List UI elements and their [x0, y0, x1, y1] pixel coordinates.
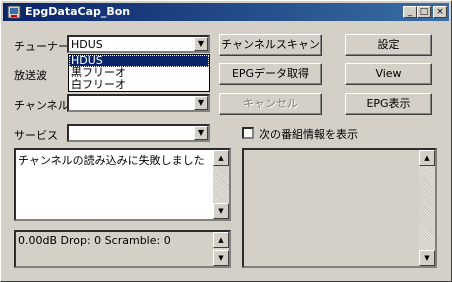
settings-button[interactable]: 設定 — [345, 34, 432, 56]
scroll-up-icon[interactable]: ▲ — [213, 232, 229, 248]
broadcast-label: 放送波 — [14, 69, 47, 82]
chevron-down-icon[interactable]: ▼ — [194, 126, 208, 140]
close-button[interactable]: × — [433, 6, 447, 18]
next-program-checkbox[interactable] — [242, 127, 254, 139]
scroll-up-icon[interactable]: ▲ — [213, 150, 229, 166]
status-text: 0.00dB Drop: 0 Scramble: 0 — [18, 234, 171, 247]
service-combo[interactable]: ▼ — [67, 124, 210, 142]
scroll-down-icon[interactable]: ▼ — [213, 203, 229, 219]
title-bar[interactable]: EpgDataCap_Bon _ □ × — [3, 3, 449, 21]
status-scrollbar[interactable]: ▲ ▼ — [213, 232, 229, 266]
log-textbox[interactable]: チャンネルの読み込みに失敗しました ▲ ▼ — [14, 148, 231, 221]
tuner-combo-value: HDUS — [71, 38, 103, 51]
log-scrollbar[interactable]: ▲ ▼ — [213, 150, 229, 219]
scroll-down-icon[interactable]: ▼ — [213, 250, 229, 266]
channel-label: チャンネル — [14, 99, 69, 112]
app-icon — [7, 5, 21, 19]
tuner-dropdown-list: HDUS 黒フリーオ 白フリーオ — [68, 54, 210, 92]
tuner-label: チューナー — [14, 40, 69, 53]
chevron-down-icon[interactable]: ▼ — [194, 37, 208, 51]
dropdown-option[interactable]: 白フリーオ — [69, 79, 209, 91]
maximize-button[interactable]: □ — [417, 6, 431, 18]
next-program-label: 次の番組情報を表示 — [259, 128, 358, 141]
scroll-up-icon[interactable]: ▲ — [419, 150, 435, 166]
status-textbox[interactable]: 0.00dB Drop: 0 Scramble: 0 ▲ ▼ — [14, 230, 231, 268]
view-button[interactable]: View — [345, 63, 432, 85]
log-text: チャンネルの読み込みに失敗しました — [18, 154, 205, 167]
channel-scan-button[interactable]: チャンネルスキャン — [219, 34, 322, 56]
cancel-button[interactable]: キャンセル — [219, 93, 322, 115]
program-info-textbox[interactable]: ▲ ▼ — [242, 148, 437, 268]
tuner-combo[interactable]: HDUS ▼ — [67, 35, 210, 53]
window-title: EpgDataCap_Bon — [25, 5, 131, 18]
minimize-button[interactable]: _ — [403, 6, 417, 18]
epg-show-button[interactable]: EPG表示 — [345, 93, 432, 115]
main-window: EpgDataCap_Bon _ □ × チューナー HDUS ▼ チャンネルス… — [0, 0, 452, 282]
program-info-scrollbar[interactable]: ▲ ▼ — [419, 150, 435, 266]
epg-get-button[interactable]: EPGデータ取得 — [219, 63, 322, 85]
scroll-down-icon[interactable]: ▼ — [419, 250, 435, 266]
channel-combo[interactable]: ▼ — [67, 94, 210, 112]
service-label: サービス — [14, 129, 58, 142]
chevron-down-icon[interactable]: ▼ — [194, 96, 208, 110]
